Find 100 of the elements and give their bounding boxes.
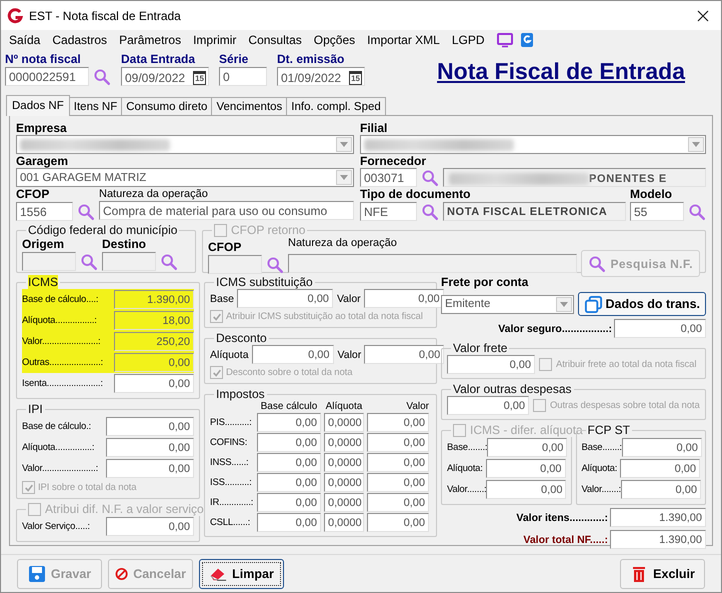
field-label: Base.......: — [447, 442, 488, 453]
menu-item[interactable]: Importar XML — [361, 33, 446, 47]
text-field[interactable] — [22, 252, 76, 271]
text-field[interactable] — [102, 252, 156, 271]
text-field[interactable] — [208, 255, 262, 274]
checkbox[interactable] — [539, 358, 552, 371]
text-field[interactable]: 0,00 — [364, 345, 444, 364]
checkbox[interactable] — [210, 366, 223, 379]
calendar-button[interactable]: 15 — [349, 70, 362, 84]
text-field[interactable]: 0,00 — [367, 513, 429, 532]
dropdown[interactable]: 001 GARAGEM MATRIZ — [16, 168, 354, 187]
action-button[interactable]: Excluir — [620, 558, 705, 588]
text-field[interactable]: 1556 — [16, 202, 73, 221]
text-field[interactable]: 0,00 — [106, 417, 194, 436]
calendar-button[interactable]: 15 — [193, 70, 206, 84]
text-field[interactable]: 1.390,00 — [610, 508, 706, 527]
search-icon[interactable] — [160, 252, 178, 270]
search-icon[interactable] — [588, 254, 606, 272]
text-field[interactable]: 0,00 — [367, 493, 429, 512]
text-field[interactable]: 0,0000 — [324, 473, 364, 492]
text-field[interactable]: 0,00 — [367, 433, 429, 452]
menu-item[interactable]: Imprimir — [187, 33, 242, 47]
search-icon[interactable] — [266, 256, 284, 274]
text-field[interactable]: 0,00 — [114, 353, 194, 372]
text-field[interactable]: 0,00 — [252, 345, 334, 364]
date-field[interactable]: 01/09/2022 15 — [277, 67, 365, 86]
search-icon[interactable] — [688, 202, 706, 220]
dropdown[interactable] — [360, 135, 706, 154]
search-icon[interactable] — [77, 202, 95, 220]
checkbox[interactable] — [533, 399, 546, 412]
menu-item[interactable]: Parâmetros — [113, 33, 188, 47]
text-field[interactable]: NFE — [360, 202, 417, 221]
text-field[interactable]: 0,00 — [622, 438, 702, 457]
group-title: ICMS - difer. alíquota — [470, 423, 583, 437]
text-field[interactable]: 0,00 — [367, 453, 429, 472]
text-field[interactable]: 0,00 — [620, 459, 700, 478]
text-field[interactable]: 55 — [630, 202, 684, 221]
text-field[interactable]: 0,00 — [620, 480, 701, 499]
text-field[interactable]: 0,00 — [447, 396, 529, 415]
text-field[interactable]: 0000022591 — [5, 67, 89, 86]
app-logo-icon — [7, 8, 23, 24]
text-field[interactable]: 0,00 — [106, 438, 194, 457]
checkbox[interactable] — [453, 424, 466, 436]
group-title: IPI — [28, 402, 43, 416]
checkbox[interactable] — [214, 224, 227, 236]
dropdown[interactable] — [16, 135, 354, 154]
menu-item[interactable]: Consultas — [242, 33, 308, 47]
text-field[interactable]: PONENTES E — [443, 168, 706, 187]
text-field[interactable]: 250,20 — [114, 332, 194, 351]
text-field[interactable]: 0,00 — [367, 413, 429, 432]
text-field[interactable]: 0,00 — [106, 459, 194, 478]
search-icon[interactable] — [421, 202, 439, 220]
text-field[interactable]: 0,0000 — [324, 453, 364, 472]
text-field[interactable]: 0,00 — [364, 289, 444, 308]
checkbox[interactable] — [210, 310, 223, 323]
text-field[interactable]: 0,00 — [257, 413, 321, 432]
tab[interactable]: Dados NF — [6, 95, 70, 116]
text-field[interactable]: 0,00 — [487, 438, 568, 457]
menu-item[interactable]: LGPD — [446, 33, 491, 47]
text-field[interactable]: 0,00 — [114, 374, 194, 393]
search-icon[interactable] — [93, 68, 111, 86]
text-field[interactable]: 0,00 — [257, 453, 321, 472]
text-field[interactable]: 18,00 — [114, 311, 194, 330]
text-field[interactable]: 0,0000 — [324, 493, 364, 512]
menu-item[interactable]: Opções — [308, 33, 362, 47]
menu-item[interactable]: Saída — [3, 33, 46, 47]
text-field[interactable]: 0,00 — [367, 473, 429, 492]
menu-item[interactable]: Cadastros — [46, 33, 114, 47]
search-icon[interactable] — [80, 252, 98, 270]
text-field[interactable]: 0,00 — [257, 433, 321, 452]
text-field[interactable]: 0,00 — [257, 493, 321, 512]
checkbox[interactable] — [28, 502, 41, 516]
monitor-icon[interactable] — [496, 32, 513, 48]
text-field[interactable] — [288, 254, 578, 273]
text-field[interactable]: 0,00 — [236, 289, 333, 308]
book-icon[interactable] — [518, 32, 535, 48]
text-field[interactable]: 0,0000 — [324, 413, 364, 432]
text-field[interactable]: 0 — [219, 67, 267, 86]
text-field[interactable]: 003071 — [360, 168, 417, 187]
text-field[interactable]: NOTA FISCAL ELETRONICA — [443, 202, 626, 221]
search-icon[interactable] — [421, 168, 439, 186]
dropdown[interactable]: Emitente — [441, 294, 574, 314]
text-field[interactable]: 1.390,00 — [610, 530, 706, 549]
text-field[interactable]: 0,00 — [257, 513, 321, 532]
text-field[interactable]: 0,00 — [486, 480, 566, 499]
text-field[interactable]: 0,00 — [257, 473, 321, 492]
tab[interactable]: Info. compl. Sped — [286, 97, 386, 115]
action-button[interactable]: Limpar — [199, 558, 284, 588]
transport-data-button[interactable]: Dados do trans. — [578, 292, 706, 316]
text-field[interactable]: 0,00 — [614, 319, 706, 338]
text-field[interactable]: Compra de material para uso ou consumo — [99, 201, 354, 220]
text-field[interactable]: 1.390,00 — [114, 290, 194, 309]
text-field[interactable]: 0,00 — [486, 459, 566, 478]
text-field[interactable]: 0,00 — [106, 517, 194, 536]
checkbox[interactable] — [22, 481, 35, 494]
text-field[interactable]: 0,0000 — [324, 433, 364, 452]
date-field[interactable]: 09/09/2022 15 — [121, 67, 209, 86]
text-field[interactable]: 0,0000 — [324, 513, 364, 532]
text-field[interactable]: 0,00 — [447, 355, 535, 374]
close-icon[interactable] — [697, 10, 709, 22]
